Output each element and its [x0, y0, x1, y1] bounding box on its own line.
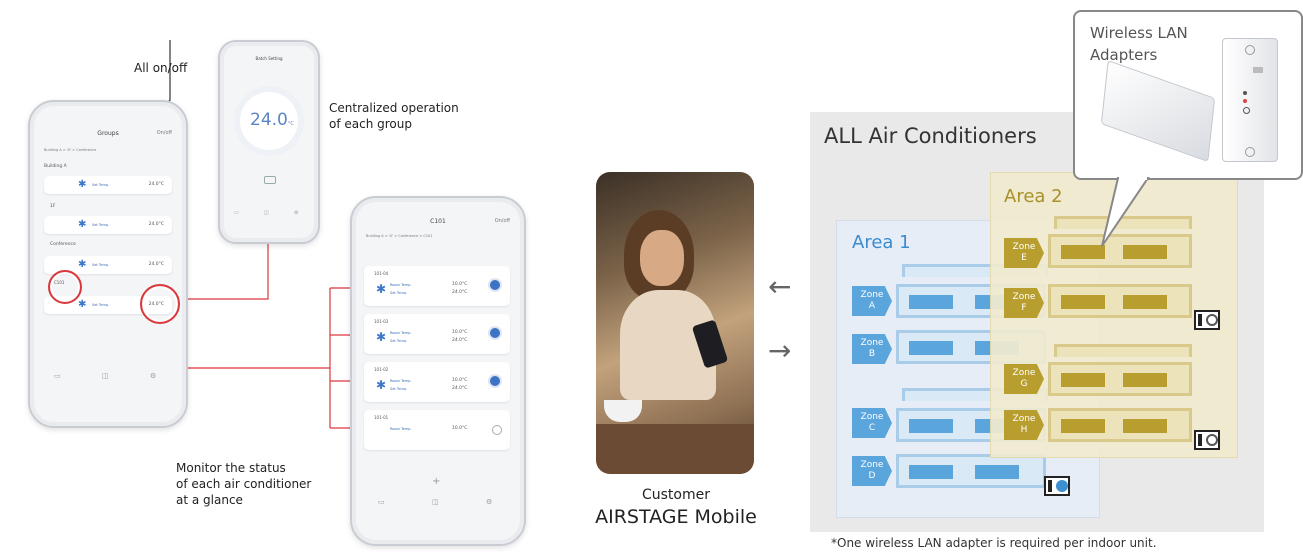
footnote: *One wireless LAN adapter is required pe… [831, 536, 1157, 550]
wireless-adapter-wall-icon [1222, 38, 1278, 162]
adapter-title: Wireless LAN Adapters [1090, 22, 1188, 66]
adapter-title-line1: Wireless LAN [1090, 24, 1188, 42]
adapter-title-line2: Adapters [1090, 46, 1158, 64]
